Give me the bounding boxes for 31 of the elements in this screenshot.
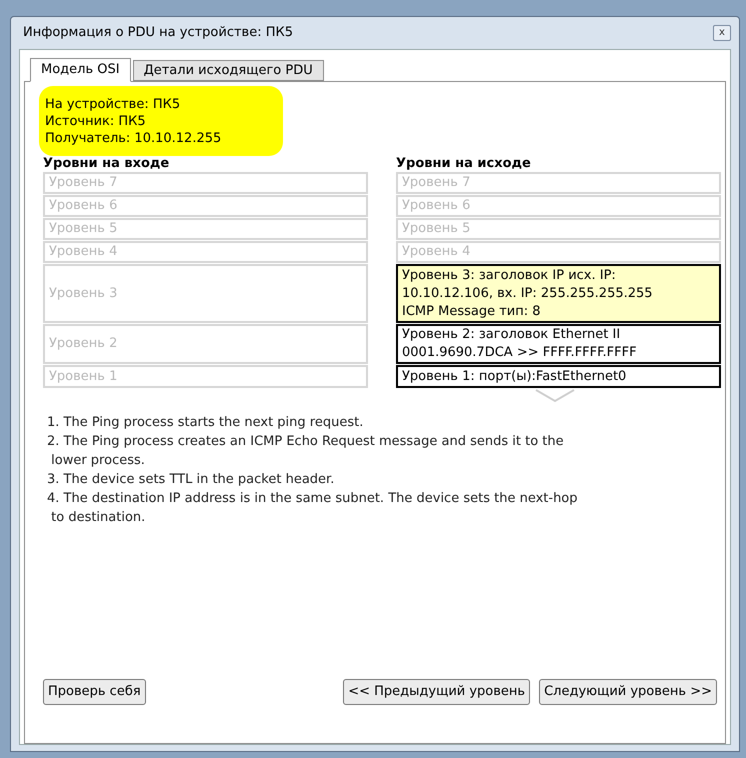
layer-box: Уровень 6 (396, 195, 721, 217)
info-line: Источник: ПК5 (45, 113, 147, 130)
step-text: 1. The Ping process starts the next ping request. (47, 414, 364, 432)
layer-box: Уровень 1: порт(ы):FastEthernet0 (396, 365, 721, 388)
column-heading: Уровни на входе (43, 157, 170, 171)
step-text: 2. The Ping process creates an ICMP Echo Request message and sends it to the lower process. (47, 433, 565, 470)
tab[interactable]: Модель OSI (30, 58, 131, 82)
layer-box: Уровень 5 (43, 218, 368, 240)
layer-box: Уровень 6 (43, 195, 368, 217)
layer-box: Уровень 2 (43, 324, 368, 364)
step-text: 3. The device sets TTL in the packet header. (47, 471, 336, 489)
chevron-down-icon (535, 389, 575, 403)
layer-box: Уровень 7 (43, 172, 368, 194)
layer-box: Уровень 5 (396, 218, 721, 240)
layer-box: Уровень 1 (43, 365, 368, 388)
info-line: Получатель: 10.10.12.255 (45, 130, 222, 147)
step-text: 4. The destination IP address is in the same subnet. The device sets the next-hop to destination. (47, 490, 579, 527)
check-yourself-button[interactable]: Проверь себя (43, 679, 146, 705)
info-line: На устройстве: ПК5 (45, 96, 182, 113)
layer-box: Уровень 4 (43, 241, 368, 263)
layer-box: Уровень 7 (396, 172, 721, 194)
layer-box: Уровень 2: заголовок Ethernet II 0001.9690.7DCA >> FFFF.FFFF.FFFF (396, 324, 721, 364)
column-heading: Уровни на исходе (396, 157, 532, 171)
tab[interactable]: Детали исходящего PDU (132, 60, 324, 81)
layer-box: Уровень 3 (43, 264, 368, 323)
next-level-button[interactable]: Следующий уровень >> (539, 679, 717, 705)
previous-level-button[interactable]: << Предыдущий уровень (343, 679, 530, 705)
window-title: Информация о PDU на устройстве: ПК5 (23, 24, 293, 42)
layer-box: Уровень 4 (396, 241, 721, 263)
layer-box: Уровень 3: заголовок IP исх. IP: 10.10.12.106, вх. IP: 255.255.255.255 ICMP Message тип: 8 (396, 264, 721, 323)
close-button[interactable]: x (713, 25, 731, 41)
